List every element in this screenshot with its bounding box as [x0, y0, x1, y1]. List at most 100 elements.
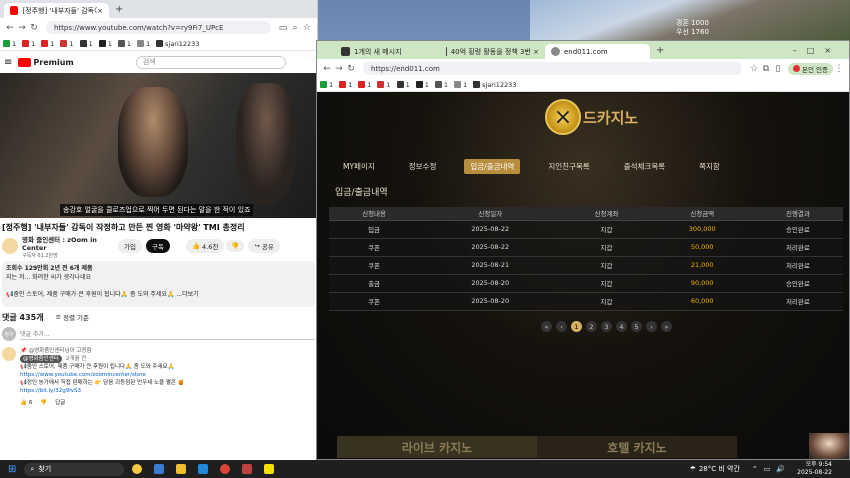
bookmark-item[interactable]: 1	[339, 81, 352, 89]
youtube-search-input[interactable]: 검색	[135, 55, 286, 69]
menu-deposit-withdraw[interactable]: 입금/출금내역	[464, 158, 521, 174]
bookmark-item[interactable]: 1	[41, 40, 54, 48]
youtube-logo-icon[interactable]	[18, 57, 32, 67]
video-player[interactable]: 송강호 얼굴을 클로즈업으로 찍어 두면 된다는 말을 한 적이 있죠	[0, 73, 317, 218]
page-first-button[interactable]: «	[541, 321, 552, 332]
banner-live-casino[interactable]: 라이브 카지노	[337, 436, 537, 458]
reload-icon[interactable]: ↻	[28, 23, 40, 33]
edge-browser-icon[interactable]	[198, 464, 209, 474]
cast-icon[interactable]: ▭	[277, 23, 289, 33]
forward-arrow-icon[interactable]: →	[333, 64, 345, 74]
bookmark-item[interactable]: sjari12233	[156, 40, 199, 48]
share-button[interactable]: ↪ 공유	[248, 239, 280, 253]
clock[interactable]: 오후 9:54 2025-08-22	[797, 461, 832, 477]
comment-link[interactable]: https://www.youtube.com/zoomincenter/sto…	[20, 371, 185, 379]
menu-dots-icon[interactable]: ⋮	[833, 64, 845, 74]
profile-button[interactable]: 본인 인증	[788, 62, 833, 75]
bookmark-item[interactable]: 1	[396, 81, 410, 89]
menu-my-page[interactable]: MY페이지	[337, 159, 381, 174]
youtube-favicon-icon	[10, 6, 19, 15]
bookmark-item[interactable]: sjari12233	[473, 81, 516, 89]
bookmark-item[interactable]: 1	[415, 81, 429, 89]
close-x-icon[interactable]: ×	[545, 99, 581, 135]
commenter-avatar[interactable]	[2, 347, 16, 361]
banner-hotel-casino[interactable]: 호텔 카지노	[537, 436, 737, 458]
bookmark-star-icon[interactable]: ☆	[301, 23, 313, 33]
back-arrow-icon[interactable]: ←	[321, 64, 333, 74]
menu-friends[interactable]: 지인친구목록	[542, 159, 595, 174]
comment-dislike-icon[interactable]: 👎	[40, 399, 47, 407]
bookmark-item[interactable]: 1	[22, 40, 35, 48]
bookmark-item[interactable]: 1	[3, 40, 16, 48]
dislike-button[interactable]: 👎	[226, 240, 245, 252]
channel-avatar[interactable]	[2, 238, 18, 254]
zoom-icon[interactable]: ⌕	[289, 23, 301, 33]
bookmark-star-icon[interactable]: ☆	[748, 64, 760, 74]
window-controls[interactable]: –□×	[793, 46, 841, 55]
menu-attendance[interactable]: 출석체크목록	[618, 159, 671, 174]
bookmark-item[interactable]: 1	[98, 40, 112, 48]
sort-button[interactable]: ≡ 정렬 기준	[56, 312, 89, 322]
close-tab-icon[interactable]: ×	[97, 7, 103, 15]
page-prev-button[interactable]: ‹	[556, 321, 567, 332]
tab-youtube[interactable]: [정주행] '내부자들' 감독이 작 ×	[4, 3, 109, 18]
reload-icon[interactable]: ↻	[345, 64, 357, 74]
system-tray-icons[interactable]: ⌃▭🔊	[752, 465, 791, 473]
like-button[interactable]: 👍 4.6천	[185, 239, 225, 253]
sidebar-icon[interactable]: ▯	[772, 64, 784, 74]
app-icon[interactable]	[242, 464, 253, 474]
page-button-current[interactable]: 1	[571, 321, 582, 332]
extensions-icon[interactable]: ⧉	[760, 64, 772, 74]
chrome-browser-icon[interactable]	[220, 464, 231, 474]
widgets-icon[interactable]	[132, 464, 143, 474]
menu-edit-info[interactable]: 정보수정	[403, 159, 443, 174]
tab-casino[interactable]: end011.com	[545, 44, 650, 59]
bookmark-item[interactable]: 1	[60, 40, 74, 48]
comment-author[interactable]: @영화줌인센터	[20, 355, 62, 363]
app-explorer-icon[interactable]	[154, 464, 165, 474]
tab-news[interactable]: 40억 횡령 활동을 정책 3번 ×	[440, 44, 545, 59]
join-button[interactable]: 가입	[118, 239, 142, 253]
forward-arrow-icon[interactable]: →	[16, 23, 28, 33]
youtube-premium-logo[interactable]: Premium	[33, 58, 73, 67]
site-logo[interactable]: × 드카지노	[545, 99, 638, 135]
page-button[interactable]: 2	[586, 321, 597, 332]
new-tab-icon[interactable]: +	[115, 4, 123, 15]
bookmark-item[interactable]: 1	[117, 40, 131, 48]
bookmark-item[interactable]: 1	[434, 81, 448, 89]
subscribe-button[interactable]: 구독	[145, 239, 170, 253]
weather-widget[interactable]: ☂ 28°C 비 약간	[690, 464, 740, 474]
tab-messages[interactable]: 1개의 새 메시지	[335, 44, 440, 59]
menu-messages[interactable]: 쪽지함	[693, 159, 726, 174]
cell-date: 2025-08-22	[419, 238, 562, 257]
file-explorer-icon[interactable]	[176, 464, 187, 474]
page-button[interactable]: 5	[631, 321, 642, 332]
back-arrow-icon[interactable]: ←	[4, 23, 16, 33]
comment-input[interactable]: 댓글 추가...	[20, 329, 315, 340]
url-field[interactable]: https://end011.com	[363, 62, 742, 75]
page-button[interactable]: 4	[616, 321, 627, 332]
page-last-button[interactable]: »	[661, 321, 672, 332]
hamburger-menu-icon[interactable]: ≡	[4, 57, 12, 68]
bookmark-item[interactable]: 1	[453, 81, 467, 89]
comment-like-icon[interactable]: 👍	[20, 399, 27, 407]
bookmark-item[interactable]: 1	[377, 81, 391, 89]
kakaotalk-icon[interactable]	[264, 464, 275, 474]
comment-link[interactable]: https://bit.ly/32g9lvS3	[20, 387, 185, 395]
page-next-button[interactable]: ›	[646, 321, 657, 332]
channel-name[interactable]: 영화 줌인센터 : zOom in Center	[22, 234, 112, 252]
bookmark-item[interactable]: 1	[358, 81, 371, 89]
new-tab-icon[interactable]: +	[656, 45, 664, 56]
address-bar-row: ← → ↻ https://end011.com ☆ ⧉ ▯ 본인 인증 ⋮	[317, 59, 849, 78]
page-button[interactable]: 3	[601, 321, 612, 332]
url-field[interactable]: https://www.youtube.com/watch?v=ry9Fi7_U…	[46, 21, 271, 34]
description-box[interactable]: 조회수 129만회 2년 전 6개 제품 지는 저... 화려한 씨가 생각나네…	[2, 261, 315, 307]
cell-account: 지갑	[561, 256, 652, 275]
bookmark-item[interactable]: 1	[79, 40, 93, 48]
floating-avatar[interactable]	[809, 433, 849, 459]
bookmark-item[interactable]: 1	[136, 40, 150, 48]
windows-start-icon[interactable]: ⊞	[8, 464, 16, 475]
taskbar-search[interactable]: ⌕ 찾기	[24, 462, 125, 476]
reply-button[interactable]: 답글	[55, 399, 65, 407]
bookmark-item[interactable]: 1	[320, 81, 333, 89]
